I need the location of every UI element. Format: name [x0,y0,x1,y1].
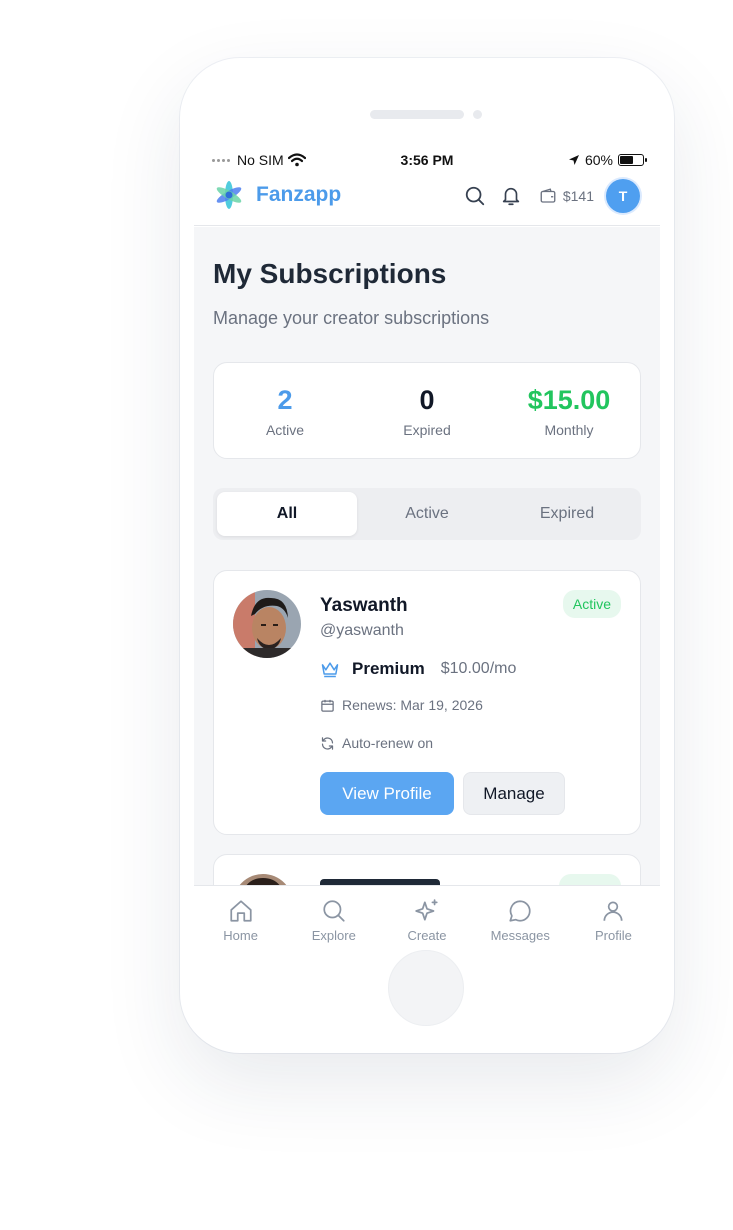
home-button[interactable] [388,950,464,1026]
auto-renew-status: Auto-renew on [342,735,434,751]
search-icon [465,186,485,206]
phone-camera [473,110,482,119]
search-icon [323,900,345,922]
creator-avatar[interactable] [233,874,293,885]
calendar-icon [321,699,334,712]
tier-row: Premium $10.00/mo [320,659,516,679]
stat-value: 0 [419,385,435,415]
nav-label: Messages [490,928,550,943]
wallet-button[interactable]: $141 [539,187,594,205]
bell-icon [502,187,520,206]
manage-button[interactable]: Manage [463,772,565,815]
stat-monthly: $15.00 Monthly [498,363,640,458]
stat-label: Active [265,422,305,438]
nav-explore[interactable]: Explore [287,886,380,960]
nav-label: Explore [311,928,356,943]
stat-label: Monthly [544,422,594,438]
renewal-row: Renews: Mar 19, 2026 [320,697,483,713]
tab-active[interactable]: Active [357,492,497,536]
home-icon [229,900,252,922]
tier-name: Premium [352,659,425,678]
wallet-balance: $141 [562,188,594,204]
status-right: 60% [568,152,647,168]
nav-label: Profile [594,928,632,943]
stat-value: 2 [277,385,293,415]
filter-tabs: All Active Expired [213,488,641,540]
stat-value: $15.00 [527,385,611,415]
creator-avatar[interactable] [233,590,301,658]
view-profile-button[interactable]: View Profile [320,772,454,815]
search-button[interactable] [457,178,493,214]
auto-renew-row: Auto-renew on [320,735,433,751]
nav-create[interactable]: Create [380,886,473,960]
page-title: My Subscriptions [213,258,447,289]
creator-photo-image [233,590,301,658]
fanzapp-logo-icon [216,181,242,209]
tab-expired[interactable]: Expired [497,492,637,536]
tab-all[interactable]: All [217,492,357,536]
subscription-card: Yaswanth @yaswanth Active Premium $10.00… [213,570,641,835]
brand-logo[interactable]: Fanzapp [212,178,341,212]
creator-name[interactable]: Yaswanth [320,595,408,617]
crown-icon [321,662,339,678]
status-badge: Active [562,590,621,618]
phone-screen: No SIM 3:56 PM 60% Fanzapp $141 T My Sub… [194,140,660,960]
stat-expired: 0 Expired [356,363,498,458]
stat-label: Expired [403,422,451,438]
notifications-button[interactable] [493,178,529,214]
app-header: Fanzapp $141 T [194,174,660,226]
header-actions: $141 T [457,178,640,214]
creator-photo-image [233,874,293,885]
creator-handle: @yaswanth [320,622,404,639]
bottom-navigation: Home Explore Create Messages Profile [194,885,660,960]
nav-profile[interactable]: Profile [567,886,660,960]
phone-speaker [370,110,464,119]
app-name: Fanzapp [256,183,342,206]
renewal-date: Renews: Mar 19, 2026 [342,697,483,713]
user-avatar[interactable]: T [606,179,640,213]
chat-bubble-icon [509,900,531,922]
nav-home[interactable]: Home [194,886,287,960]
status-bar: No SIM 3:56 PM 60% [194,150,660,172]
stat-active: 2 Active [214,363,356,458]
device-mockup: No SIM 3:56 PM 60% Fanzapp $141 T My Sub… [0,0,733,1230]
nav-label: Create [407,928,447,943]
location-arrow-icon [568,155,579,165]
nav-messages[interactable]: Messages [474,886,567,960]
page-subtitle: Manage your creator subscriptions [213,308,490,328]
wallet-icon [540,188,556,203]
subscription-card-partial [213,854,641,885]
battery-percent: 60% [584,152,613,168]
tier-price: $10.00/mo [440,660,517,677]
refresh-icon [321,736,334,750]
main-content: My Subscriptions Manage your creator sub… [194,227,660,885]
nav-label: Home [223,928,258,943]
subscription-stats: 2 Active 0 Expired $15.00 Monthly [213,362,641,459]
status-badge [559,874,621,885]
user-icon [603,901,623,921]
battery-icon [618,154,647,166]
sparkles-icon [415,899,438,921]
